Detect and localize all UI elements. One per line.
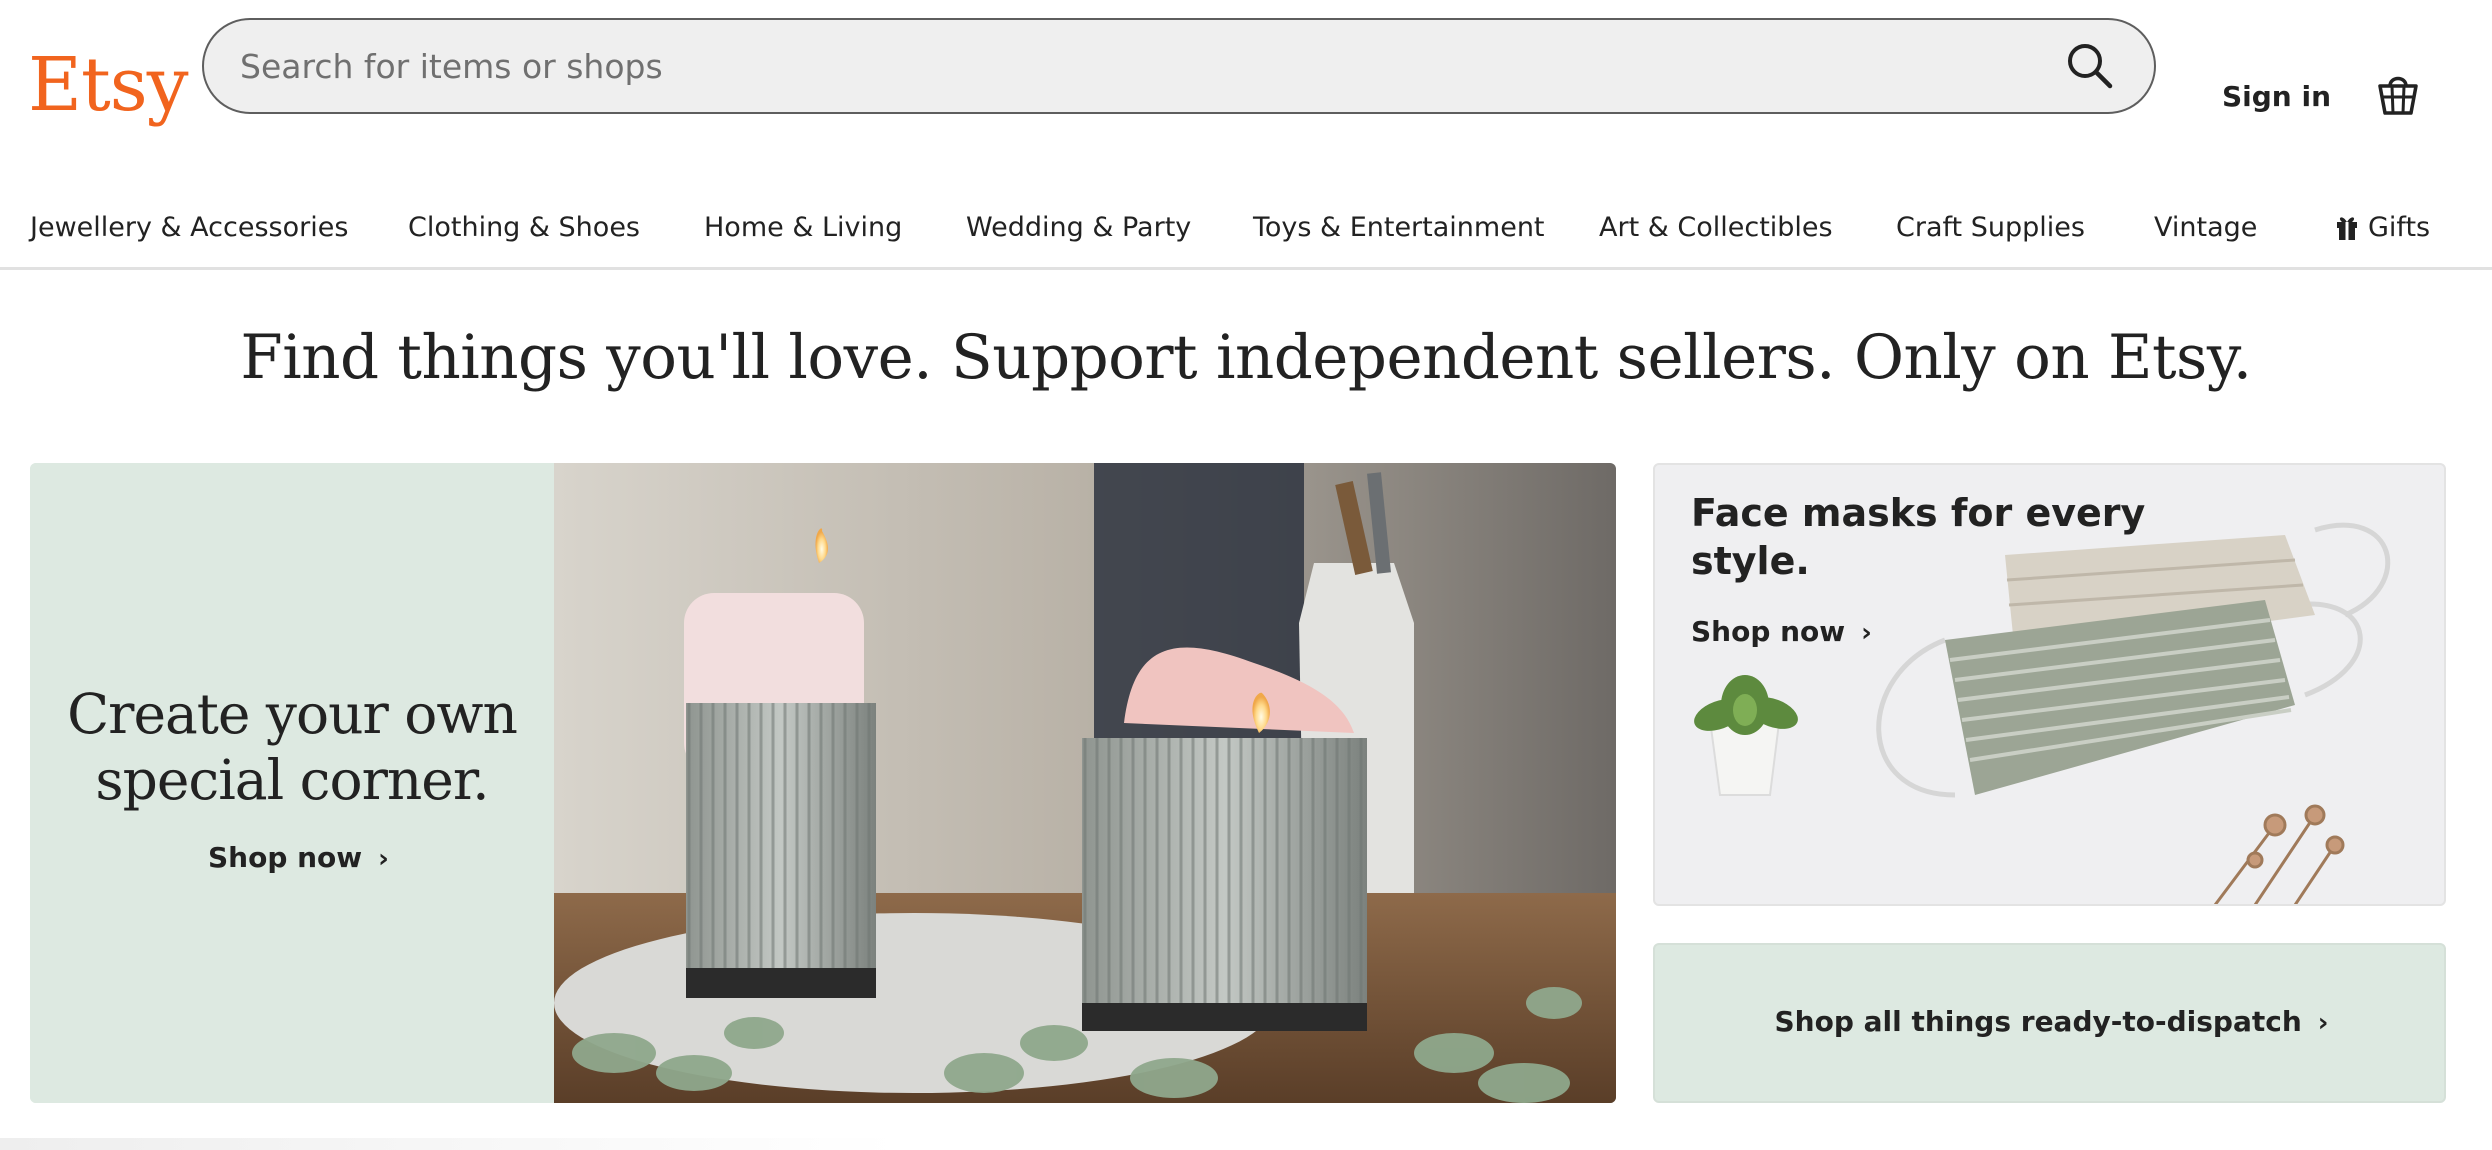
featured-banner[interactable]: Create your own special corner. Shop now…	[30, 463, 1616, 1103]
banner-shop-now-label: Shop now	[208, 841, 363, 874]
face-masks-title: Face masks for every style.	[1691, 491, 2146, 583]
banner-heading-line1: Create your own	[67, 682, 518, 746]
ready-to-dispatch-card[interactable]: Shop all things ready-to-dispatch ›	[1653, 943, 2446, 1103]
chevron-right-icon: ›	[2317, 1008, 2329, 1038]
masks-shop-now-label: Shop now	[1691, 615, 1846, 648]
candles-photo	[554, 463, 1616, 1103]
basket-icon[interactable]	[2376, 70, 2420, 116]
bottom-divider	[0, 1138, 900, 1150]
nav-item-wedding[interactable]: Wedding & Party	[966, 212, 1191, 243]
nav-item-toys[interactable]: Toys & Entertainment	[1253, 212, 1545, 243]
nav-item-craft-supplies[interactable]: Craft Supplies	[1896, 212, 2085, 243]
search-icon[interactable]	[2064, 40, 2116, 92]
nav-item-home-living[interactable]: Home & Living	[704, 212, 902, 243]
hero-title: Find things you'll love. Support indepen…	[240, 322, 2252, 393]
category-nav: Jewellery & Accessories Clothing & Shoes…	[0, 186, 2492, 270]
nav-item-vintage[interactable]: Vintage	[2154, 212, 2257, 243]
chevron-right-icon: ›	[1861, 618, 1872, 648]
nav-item-gifts[interactable]: Gifts	[2368, 212, 2430, 243]
masks-shop-now-link[interactable]: Shop now ›	[1691, 615, 1872, 648]
etsy-logo[interactable]: Etsy	[28, 48, 189, 122]
chevron-right-icon: ›	[378, 844, 389, 874]
banner-heading-line2: special corner.	[95, 748, 489, 812]
sign-in-link[interactable]: Sign in	[2222, 80, 2331, 113]
nav-item-art[interactable]: Art & Collectibles	[1599, 212, 1833, 243]
gift-icon	[2337, 217, 2357, 240]
ready-to-dispatch-label: Shop all things ready-to-dispatch	[1774, 1005, 2302, 1038]
nav-item-clothing[interactable]: Clothing & Shoes	[408, 212, 640, 243]
banner-shop-now-link[interactable]: Shop now ›	[208, 841, 389, 874]
ready-to-dispatch-link: Shop all things ready-to-dispatch ›	[1655, 1005, 2448, 1038]
search-bar	[202, 18, 2156, 114]
nav-item-jewellery[interactable]: Jewellery & Accessories	[30, 212, 348, 243]
banner-text-panel: Create your own special corner. Shop now…	[30, 463, 554, 1103]
face-masks-card[interactable]: Face masks for every style. Shop now ›	[1653, 463, 2446, 906]
search-input[interactable]	[240, 20, 2040, 112]
banner-heading: Create your own special corner.	[30, 681, 554, 813]
